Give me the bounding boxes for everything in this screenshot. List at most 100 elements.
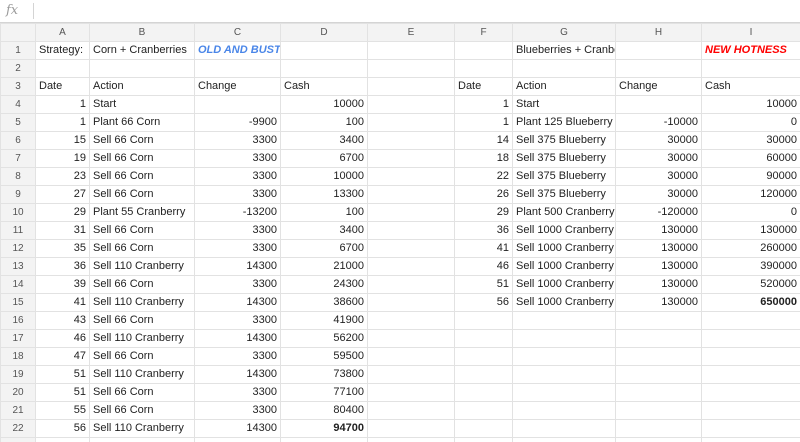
cell[interactable] xyxy=(454,59,513,78)
cell[interactable]: Corn + Cranberries xyxy=(89,41,195,60)
table-header-cell[interactable]: Date xyxy=(35,77,90,96)
cell[interactable] xyxy=(701,59,800,78)
cell[interactable] xyxy=(512,419,616,438)
cell[interactable]: 3300 xyxy=(194,185,281,204)
cell[interactable]: Sell 66 Corn xyxy=(89,383,195,402)
cell[interactable] xyxy=(367,221,455,240)
cell[interactable]: Sell 110 Cranberry xyxy=(89,329,195,348)
cell[interactable]: 30000 xyxy=(615,185,702,204)
row-header[interactable]: 12 xyxy=(0,239,36,258)
row-header[interactable]: 6 xyxy=(0,131,36,150)
cell[interactable]: 0 xyxy=(701,113,800,132)
cell[interactable]: 1 xyxy=(454,113,513,132)
cell[interactable]: 46 xyxy=(35,329,90,348)
cell[interactable] xyxy=(194,59,281,78)
cell[interactable]: Sell 375 Blueberry xyxy=(512,149,616,168)
cell[interactable]: 3300 xyxy=(194,239,281,258)
cell[interactable]: 36 xyxy=(35,257,90,276)
cell[interactable]: 30000 xyxy=(615,149,702,168)
cell[interactable] xyxy=(194,95,281,114)
cell[interactable]: Sell 1000 Cranberry xyxy=(512,293,616,312)
table-header-cell[interactable]: Action xyxy=(512,77,616,96)
cell[interactable]: 41 xyxy=(35,293,90,312)
cell[interactable] xyxy=(701,401,800,420)
cell[interactable]: 390000 xyxy=(701,257,800,276)
cell[interactable]: 100 xyxy=(280,113,368,132)
table-header-cell[interactable] xyxy=(367,77,455,96)
cell[interactable] xyxy=(367,401,455,420)
cell[interactable] xyxy=(367,167,455,186)
table-header-cell[interactable]: Cash xyxy=(280,77,368,96)
row-header[interactable]: 13 xyxy=(0,257,36,276)
cell[interactable]: 77100 xyxy=(280,383,368,402)
cell[interactable]: -10000 xyxy=(615,113,702,132)
cell[interactable] xyxy=(367,419,455,438)
cell[interactable]: 31 xyxy=(35,221,90,240)
cell[interactable]: Sell 66 Corn xyxy=(89,347,195,366)
cell[interactable]: 51 xyxy=(35,383,90,402)
cell[interactable]: 29 xyxy=(35,203,90,222)
cell[interactable]: Sell 66 Corn xyxy=(89,311,195,330)
select-all-corner[interactable] xyxy=(0,23,36,42)
table-header-cell[interactable]: Change xyxy=(615,77,702,96)
row-header[interactable]: 18 xyxy=(0,347,36,366)
cell[interactable]: 520000 xyxy=(701,275,800,294)
cell[interactable]: -13200 xyxy=(194,203,281,222)
cell[interactable]: 47 xyxy=(35,347,90,366)
cell[interactable] xyxy=(701,311,800,330)
cell[interactable]: 14300 xyxy=(194,329,281,348)
cell[interactable]: 24300 xyxy=(280,275,368,294)
row-header[interactable]: 15 xyxy=(0,293,36,312)
cell[interactable]: 14300 xyxy=(194,419,281,438)
cell[interactable]: Plant 66 Corn xyxy=(89,113,195,132)
cell[interactable] xyxy=(367,113,455,132)
cell[interactable] xyxy=(512,329,616,348)
cell[interactable] xyxy=(367,257,455,276)
cell[interactable]: 51 xyxy=(454,275,513,294)
cell[interactable]: Sell 1000 Cranberry xyxy=(512,275,616,294)
cell[interactable]: 19 xyxy=(35,149,90,168)
row-header[interactable]: 8 xyxy=(0,167,36,186)
cell[interactable]: 30000 xyxy=(701,131,800,150)
cell[interactable] xyxy=(454,365,513,384)
cell[interactable]: Plant 55 Cranberry xyxy=(89,203,195,222)
cell[interactable]: 29 xyxy=(454,203,513,222)
cell[interactable]: Sell 66 Corn xyxy=(89,401,195,420)
cell[interactable]: Plant 500 Cranberry xyxy=(512,203,616,222)
cell[interactable]: 55 xyxy=(35,401,90,420)
cell[interactable]: Sell 66 Corn xyxy=(89,221,195,240)
cell[interactable] xyxy=(367,185,455,204)
cell[interactable]: Sell 375 Blueberry xyxy=(512,167,616,186)
cell[interactable]: 14300 xyxy=(194,293,281,312)
cell[interactable] xyxy=(367,347,455,366)
cell[interactable]: 23 xyxy=(35,167,90,186)
cell[interactable]: 14300 xyxy=(194,365,281,384)
cell[interactable]: Sell 1000 Cranberry xyxy=(512,257,616,276)
cell[interactable] xyxy=(512,383,616,402)
cell[interactable]: 3300 xyxy=(194,311,281,330)
row-header[interactable]: 17 xyxy=(0,329,36,348)
cell[interactable]: 43 xyxy=(35,311,90,330)
cell[interactable] xyxy=(367,383,455,402)
table-header-cell[interactable]: Cash xyxy=(701,77,800,96)
cell[interactable]: Sell 66 Corn xyxy=(89,239,195,258)
cell[interactable] xyxy=(701,383,800,402)
row-header[interactable]: 20 xyxy=(0,383,36,402)
cell[interactable]: Blueberries + Cranberries xyxy=(512,41,616,60)
cell[interactable]: 26 xyxy=(454,185,513,204)
cell[interactable] xyxy=(701,419,800,438)
column-header[interactable]: A xyxy=(35,23,90,42)
cell[interactable]: 41900 xyxy=(280,311,368,330)
column-header[interactable]: F xyxy=(454,23,513,42)
cell[interactable]: Sell 66 Corn xyxy=(89,131,195,150)
cell[interactable]: Sell 375 Blueberry xyxy=(512,131,616,150)
table-header-cell[interactable]: Action xyxy=(89,77,195,96)
column-header[interactable]: E xyxy=(367,23,455,42)
cell[interactable]: 130000 xyxy=(615,275,702,294)
cell[interactable] xyxy=(615,365,702,384)
cell[interactable] xyxy=(280,437,368,442)
cell[interactable]: 130000 xyxy=(615,221,702,240)
cell[interactable] xyxy=(367,293,455,312)
cell[interactable]: 3400 xyxy=(280,131,368,150)
cell[interactable]: 35 xyxy=(35,239,90,258)
